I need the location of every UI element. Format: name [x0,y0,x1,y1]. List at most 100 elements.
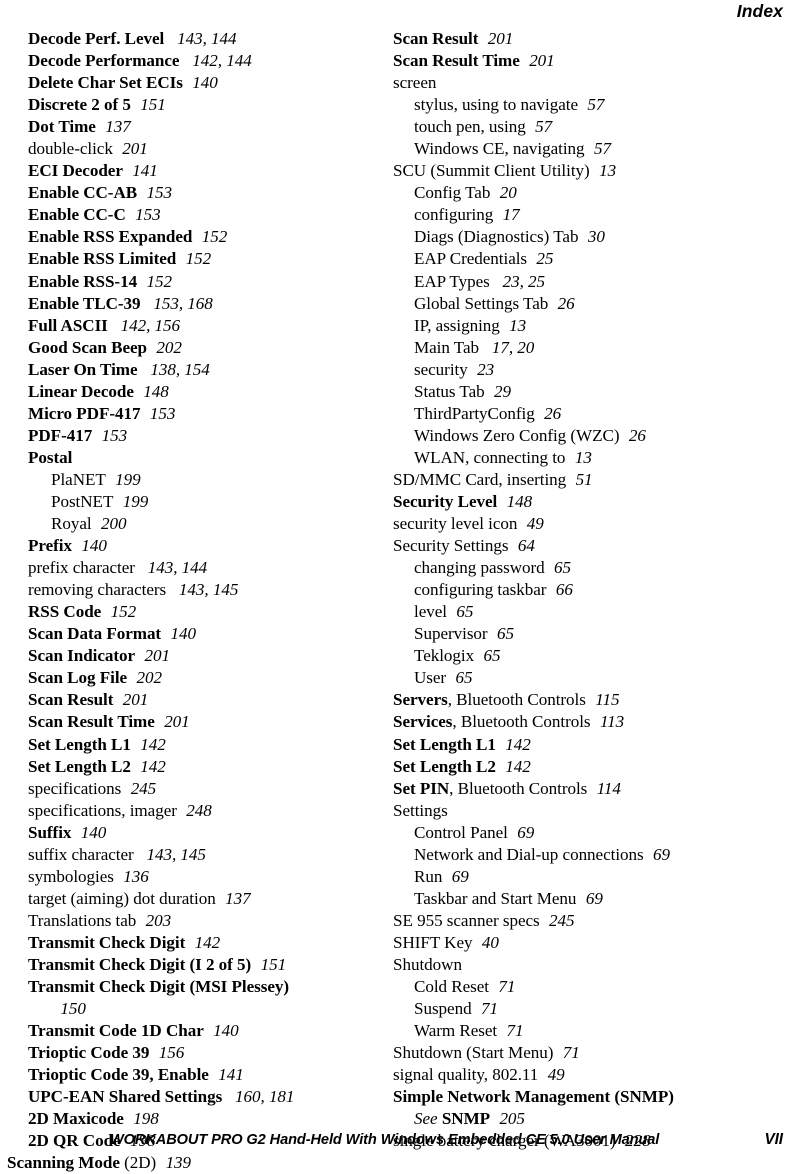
index-entry-pages[interactable]: 13 [500,316,526,335]
index-entry-pages[interactable]: 142 [496,757,531,776]
index-entry-pages[interactable]: 57 [526,117,552,136]
index-entry-pages[interactable]: 137 [96,117,131,136]
index-entry-pages[interactable]: 71 [497,1021,523,1040]
index-entry-pages[interactable]: 140 [204,1021,239,1040]
index-entry-pages[interactable]: 153, 168 [141,294,212,313]
index-entry-pages[interactable]: 201 [113,690,149,709]
index-entry-pages[interactable]: 140 [71,823,107,842]
index-entry-pages[interactable]: 20 [490,183,517,202]
index-entry-pages[interactable]: 57 [578,95,604,114]
index-entry-pages[interactable]: 153 [140,404,176,423]
index-entry-pages[interactable]: 201 [520,51,555,70]
index-entry-pages[interactable]: 65 [474,646,501,665]
index-entry-pages[interactable]: 114 [587,779,621,798]
index-entry-pages[interactable]: 202 [127,668,162,687]
index-entry-pages[interactable]: 160, 181 [222,1087,294,1106]
index-entry-pages[interactable]: 23, 25 [490,272,545,291]
index-entry-pages[interactable]: 150 [51,999,86,1018]
index-entry-pages[interactable]: 138, 154 [138,360,209,379]
index-entry: removing characters 143, 145 [7,579,377,601]
index-entry-pages[interactable]: 17 [493,205,520,224]
index-entry: Security Settings 64 [393,535,763,557]
index-entry-pages[interactable]: 26 [620,426,646,445]
index-entry-pages[interactable]: 49 [517,514,544,533]
index-entry-pages[interactable]: 29 [485,382,511,401]
index-entry-pages[interactable]: 69 [644,845,670,864]
index-entry: Security Level 148 [393,491,763,513]
index-entry: EAP Types 23, 25 [393,271,763,293]
index-entry-pages[interactable]: 151 [251,955,287,974]
index-entry-pages[interactable]: 113 [591,712,624,731]
index-entry-pages[interactable]: 152 [137,272,172,291]
index-entry-pages[interactable]: 143, 145 [134,845,205,864]
index-entry-pages[interactable]: 143, 144 [135,558,207,577]
index-entry-pages[interactable]: 153 [92,426,128,445]
index-entry-pages[interactable]: 65 [447,602,473,621]
index-entry-pages[interactable]: 142 [496,735,531,754]
index-entry-pages[interactable]: 152 [101,602,137,621]
index-entry-pages[interactable]: 156 [149,1043,185,1062]
index-entry-pages[interactable]: 142 [131,757,166,776]
index-entry-pages[interactable]: 69 [576,889,603,908]
index-entry-pages[interactable]: 65 [446,668,472,687]
index-entry-pages[interactable]: 201 [478,29,514,48]
index-entry-pages[interactable]: 152 [192,227,228,246]
index-entry-pages[interactable]: 136 [114,867,149,886]
index-entry-pages[interactable]: 23 [468,360,494,379]
index-entry-pages[interactable]: 71 [553,1043,580,1062]
index-entry-pages[interactable]: 139 [156,1153,192,1172]
index-entry-pages[interactable]: 17, 20 [479,338,534,357]
index-entry-pages[interactable]: 71 [489,977,515,996]
index-entry-pages[interactable]: 142 [185,933,221,952]
index-entry-pages[interactable]: 142 [131,735,166,754]
index-entry-pages[interactable]: 57 [585,139,611,158]
index-entry-pages[interactable]: 198 [124,1109,159,1128]
index-entry-pages[interactable]: 51 [566,470,593,489]
index-entry-pages[interactable]: 151 [131,95,166,114]
index-entry-pages[interactable]: 141 [209,1065,244,1084]
index-entry-pages[interactable]: 40 [473,933,499,952]
index-entry-pages[interactable]: 142, 156 [108,316,180,335]
index-entry-pages[interactable]: 26 [535,404,561,423]
index-entry-pages[interactable]: 140 [183,73,218,92]
index-entry-pages[interactable]: 25 [527,249,553,268]
index-entry-pages[interactable]: 13 [590,161,616,180]
index-entry-pages[interactable]: 65 [488,624,514,643]
index-entry-pages[interactable]: 153 [137,183,173,202]
index-entry-pages[interactable]: 140 [72,536,107,555]
index-entry: ECI Decoder 141 [7,160,377,182]
index-entry-pages[interactable]: 245 [121,779,157,798]
index-entry-pages[interactable]: 140 [161,624,196,643]
index-entry-pages[interactable]: 26 [548,294,575,313]
index-entry-pages[interactable]: 13 [565,448,592,467]
index-entry-pages[interactable]: 71 [472,999,498,1018]
index-entry-pages[interactable]: 248 [177,801,212,820]
index-entry-pages[interactable]: 203 [136,911,172,930]
index-entry-pages[interactable]: 143, 144 [164,29,236,48]
index-entry-pages[interactable]: 64 [508,536,535,555]
index-entry-pages[interactable]: 143, 145 [166,580,238,599]
index-entry-pages[interactable]: 245 [540,911,575,930]
index-entry-pages[interactable]: 148 [134,382,169,401]
index-entry-pages[interactable]: 199 [106,470,141,489]
index-entry-pages[interactable]: 205 [490,1109,525,1128]
index-entry-pages[interactable]: 69 [508,823,534,842]
index-entry-pages[interactable]: 201 [113,139,148,158]
index-entry-pages[interactable]: 65 [545,558,571,577]
index-entry-pages[interactable]: 141 [123,161,158,180]
index-entry-pages[interactable]: 30 [578,227,605,246]
index-entry-pages[interactable]: 66 [546,580,573,599]
index-entry-pages[interactable]: 69 [442,867,469,886]
index-entry-pages[interactable]: 142, 144 [179,51,251,70]
index-entry-pages[interactable]: 200 [92,514,127,533]
index-entry-pages[interactable]: 137 [216,889,251,908]
index-entry-pages[interactable]: 152 [176,249,212,268]
index-entry-pages[interactable]: 49 [538,1065,565,1084]
index-entry-pages[interactable]: 115 [586,690,619,709]
index-entry-pages[interactable]: 202 [147,338,182,357]
index-entry-pages[interactable]: 201 [155,712,190,731]
index-entry-pages[interactable]: 153 [126,205,161,224]
index-entry-pages[interactable]: 148 [497,492,533,511]
index-entry-pages[interactable]: 201 [135,646,171,665]
index-entry-pages[interactable]: 199 [113,492,149,511]
